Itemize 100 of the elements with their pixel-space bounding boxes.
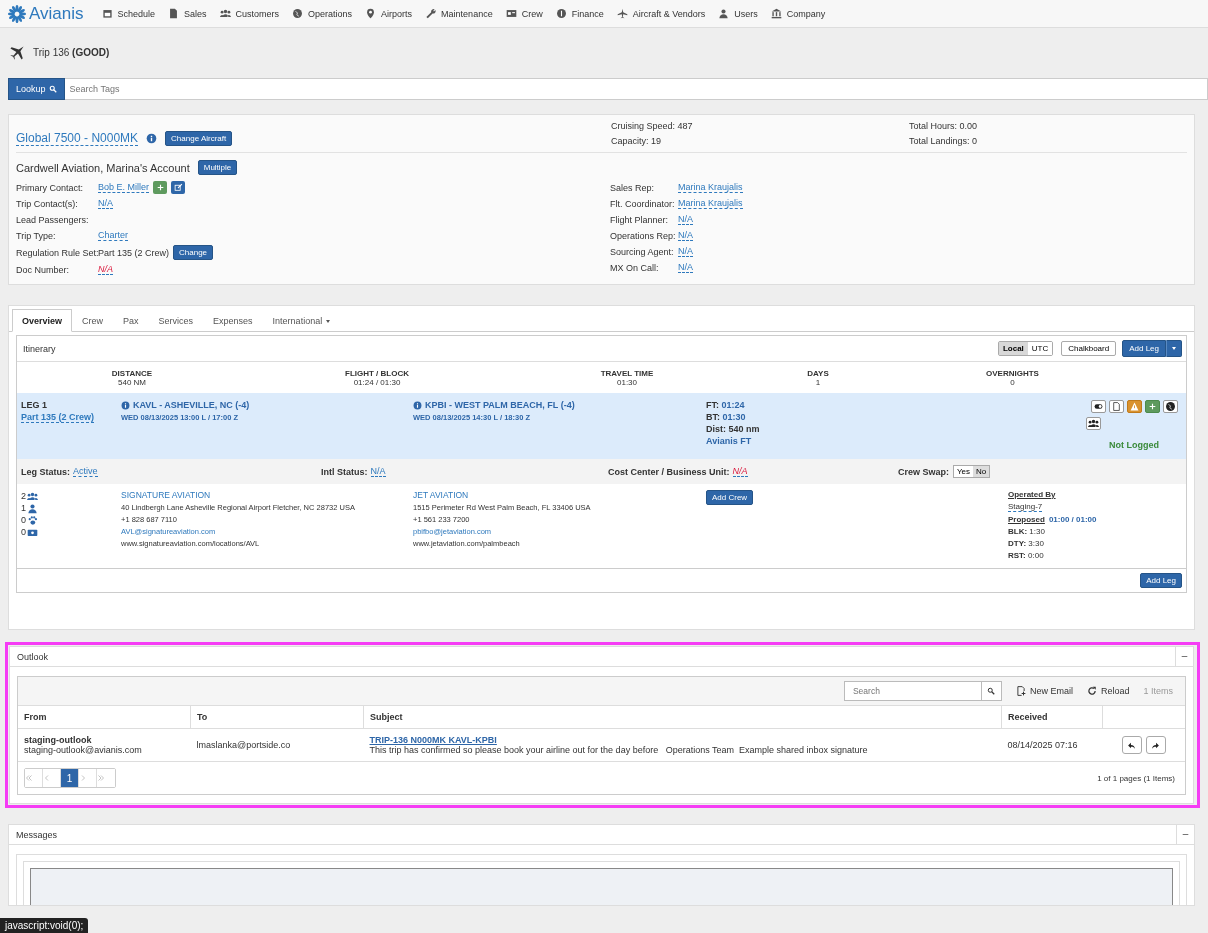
column-header: From	[18, 706, 191, 729]
page-button[interactable]: 1	[61, 769, 79, 787]
edit-button[interactable]	[171, 181, 186, 194]
field-value[interactable]: Bob E. Miller	[98, 182, 150, 193]
document-icon	[1111, 402, 1121, 411]
item-count: 1 Items	[1143, 686, 1173, 696]
field-value[interactable]: N/A	[678, 246, 693, 257]
globe-button[interactable]	[1162, 400, 1178, 413]
add-leg-button[interactable]: Add Leg	[1122, 340, 1166, 357]
field-label: Operations Rep:	[610, 230, 674, 241]
field-label: Sales Rep:	[610, 182, 656, 193]
field-value[interactable]: Marina Kraujalis	[678, 182, 743, 193]
time-mode-toggle[interactable]: Local	[998, 342, 1028, 355]
logo-text[interactable]: Avianis	[29, 3, 84, 24]
multiple-button[interactable]: Multiple	[197, 160, 238, 175]
nav-item[interactable]: Sales	[168, 8, 207, 19]
search-button[interactable]	[981, 681, 1002, 701]
nav-item[interactable]: Aircraft & Vendors	[616, 8, 706, 19]
summary-label: DAYS	[806, 369, 830, 378]
leg-status-value[interactable]: Active	[73, 466, 98, 477]
leg-title: LEG 1	[21, 400, 48, 410]
summary-value: 01:24 / 01:30	[352, 378, 402, 387]
fbo-name-link[interactable]: SIGNATURE AVIATION	[121, 490, 413, 500]
itinerary-title: Itinerary	[23, 343, 57, 354]
double-chevron-right-icon	[97, 774, 105, 782]
tab[interactable]: Pax	[113, 309, 149, 332]
nav-item[interactable]: Airports	[365, 8, 413, 19]
duty-time: DTY: 3:30	[1008, 539, 1045, 548]
nav-item[interactable]: Finance	[555, 8, 604, 19]
lookup-button[interactable]: Lookup	[8, 78, 65, 100]
nav-item[interactable]: Users	[718, 8, 758, 19]
field-value[interactable]: N/A	[98, 198, 113, 209]
cost-center-value[interactable]: N/A	[732, 466, 748, 477]
fbo-name-link[interactable]: JET AVIATION	[413, 490, 706, 500]
field-value[interactable]: N/A	[678, 230, 693, 241]
aircraft-link[interactable]: Global 7500 - N000MK	[16, 131, 139, 146]
aircraft-spec: Cruising Speed: 487	[611, 121, 694, 131]
change-aircraft-button[interactable]: Change Aircraft	[165, 131, 233, 146]
reply-icon	[1127, 740, 1137, 750]
panel-title: Messages	[16, 829, 59, 840]
tab[interactable]: International	[262, 309, 341, 332]
rule-set-link[interactable]: Part 135 (2 Crew)	[21, 412, 95, 423]
new-email-button[interactable]: New Email	[1015, 686, 1073, 696]
chevron-right-icon	[79, 774, 87, 782]
document-button[interactable]	[1108, 400, 1124, 413]
add-crew-button[interactable]: Add Crew	[706, 490, 754, 505]
proposed-label: Proposed	[1008, 515, 1045, 524]
operator-value[interactable]: Staging-7	[1008, 502, 1043, 512]
field-value[interactable]: Charter	[98, 230, 128, 241]
summary-value: 1	[814, 378, 822, 387]
toggle-button[interactable]	[1090, 400, 1106, 413]
received-cell: 08/14/2025 07:16	[1001, 728, 1103, 762]
reload-button[interactable]: Reload	[1086, 686, 1130, 696]
add-button[interactable]	[1144, 400, 1160, 413]
add-leg-menu-button[interactable]	[1166, 340, 1182, 357]
email-search-field[interactable]: Search	[843, 681, 982, 701]
reply-button[interactable]	[1121, 736, 1142, 754]
nav-item[interactable]: Customers	[219, 8, 280, 19]
crew-button[interactable]	[1086, 417, 1101, 430]
field-label: Primary Contact:	[16, 182, 85, 193]
crew-swap-option[interactable]: Yes	[954, 466, 974, 477]
nav-item[interactable]: Company	[770, 8, 826, 19]
chalkboard-button[interactable]: Chalkboard	[1061, 341, 1117, 356]
field-value[interactable]: N/A	[678, 214, 693, 225]
summary-label: DISTANCE	[110, 369, 154, 378]
nav-item[interactable]: Crew	[505, 8, 543, 19]
nav-item[interactable]: Maintenance	[425, 8, 493, 19]
intl-status-value[interactable]: N/A	[370, 466, 386, 477]
count: 0	[21, 527, 26, 537]
change-button[interactable]: Change	[173, 245, 214, 260]
tab[interactable]: Expenses	[203, 309, 263, 332]
add-leg-button[interactable]: Add Leg	[1140, 573, 1182, 588]
field-label: Lead Passengers:	[16, 214, 90, 225]
airport-link[interactable]: KPBI - WEST PALM BEACH, FL (-4)	[425, 400, 575, 410]
user-icon	[718, 8, 730, 19]
field-value[interactable]: N/A	[678, 262, 693, 273]
trip-total: Total Landings: 0	[909, 136, 979, 146]
search-tags-field[interactable]: Search Tags	[64, 78, 1208, 100]
forward-icon	[1151, 740, 1161, 750]
field-label: Trip Type:	[16, 230, 57, 241]
warning-icon	[1129, 402, 1139, 411]
nav-item[interactable]: Schedule	[101, 8, 156, 19]
warning-button[interactable]	[1126, 400, 1142, 413]
airport-link[interactable]: KAVL - ASHEVILLE, NC (-4)	[133, 400, 250, 410]
field-value[interactable]: Marina Kraujalis	[678, 198, 743, 209]
crew-swap-option[interactable]: No	[973, 466, 990, 477]
subject-link[interactable]: TRIP-136 N000MK KAVL-KPBI	[369, 735, 996, 745]
forward-button[interactable]	[1145, 736, 1166, 754]
tab[interactable]: Overview	[12, 309, 73, 332]
pin-icon	[365, 8, 377, 19]
provider-link[interactable]: Avianis FT	[706, 436, 1086, 446]
field-value[interactable]: N/A	[98, 264, 113, 275]
tab[interactable]: Crew	[72, 309, 114, 332]
add-button[interactable]	[153, 181, 168, 194]
operated-by-label: Operated By	[1008, 490, 1057, 499]
tab[interactable]: Services	[148, 309, 204, 332]
field-label: MX On Call:	[610, 262, 660, 273]
search-icon	[987, 687, 996, 695]
nav-item[interactable]: Operations	[292, 8, 353, 19]
field-label: Sourcing Agent:	[610, 246, 674, 257]
